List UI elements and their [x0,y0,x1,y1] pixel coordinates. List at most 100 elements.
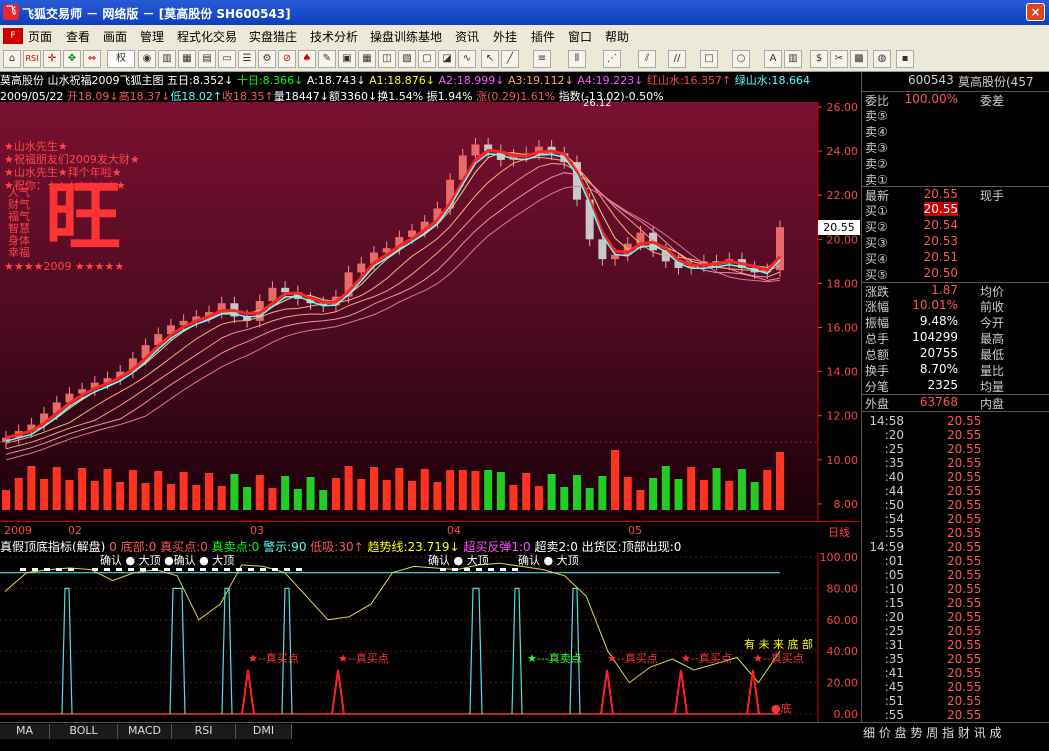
tick-time: :15 [884,596,904,610]
move-icon[interactable]: ✥ [63,50,81,68]
menu-help[interactable]: 帮助 [605,28,629,45]
sell-row: 卖④ [862,123,1049,139]
pointer-icon[interactable]: ↖ [481,50,499,68]
menu-page[interactable]: 页面 [28,28,52,45]
parallel-icon[interactable]: // [668,50,686,68]
menu-window[interactable]: 窗口 [568,28,592,45]
arrows-icon[interactable]: ⇔ [83,50,101,68]
tick-time: :01 [884,554,904,568]
menu-tech-analysis[interactable]: 技术分析 [310,28,358,45]
volume-bar [572,475,581,510]
menu-training[interactable]: 操盘训练基地 [370,28,442,45]
tab-dmi[interactable]: DMI [236,724,292,739]
ind-axis-label: 0.00 [834,708,859,721]
menu-hunt[interactable]: 实盘猎庄 [249,28,297,45]
sell-label: 卖③ [865,141,888,155]
menu-program-trade[interactable]: 程式化交易 [177,28,237,45]
dollar-icon[interactable]: $ [810,50,828,68]
price-axis-label: 18.00 [827,277,859,290]
volume-bar [687,467,696,510]
line-icon[interactable]: ╱ [501,50,519,68]
fan-icon[interactable]: ⋰ [603,50,621,68]
menu-screen[interactable]: 画面 [103,28,127,45]
hline-icon[interactable]: ≡ [533,50,551,68]
volume-bar [712,468,721,510]
home-icon[interactable]: ⌂ [3,50,21,68]
vline-icon[interactable]: ⦀ [568,50,586,68]
candle-body [281,287,290,293]
alarm-icon[interactable]: ♠ [298,50,316,68]
crosshair-icon[interactable]: ✛ [43,50,61,68]
buy-annotation: ★--真买点 [681,652,732,665]
close-button[interactable]: × [1026,3,1045,21]
clip-icon[interactable]: ✂ [830,50,848,68]
bars2-icon[interactable]: ▥ [784,50,802,68]
grid-icon[interactable]: ▦ [178,50,196,68]
tick-price: 20.55 [947,610,982,624]
tick-time: :45 [884,680,904,694]
ind-axis-label: 60.00 [827,614,859,627]
volume-bar [471,471,480,510]
tab-macd[interactable]: MACD [118,724,172,739]
volume-bar [458,470,467,510]
sell-label: 卖⑤ [865,109,888,123]
rect-icon[interactable]: □ [700,50,718,68]
ind-axis-label: 40.00 [827,645,859,658]
top-marker [248,567,254,571]
right-select[interactable]: 权 [107,50,135,68]
channel-icon[interactable]: ⫽ [638,50,656,68]
chart-icon[interactable]: ◪ [438,50,456,68]
menu-plugins[interactable]: 插件 [531,28,555,45]
menu-logo-icon[interactable]: F [3,28,23,44]
tab-rsi[interactable]: RSI [172,724,236,739]
price-axis-label: 22.00 [827,189,859,202]
stat-value: 1.87 [931,283,958,297]
tick-price: 20.55 [947,582,982,596]
save-icon[interactable]: ▪ [896,50,914,68]
doc-icon[interactable]: ▤ [198,50,216,68]
volume-bar [699,480,708,510]
panel-icon[interactable]: ▧ [398,50,416,68]
menu-manage[interactable]: 管理 [140,28,164,45]
wave-icon[interactable]: ∿ [458,50,476,68]
palette-icon[interactable]: ◍ [873,50,891,68]
window-icon[interactable]: ◫ [378,50,396,68]
volume-bar [408,481,417,510]
volume-bar [128,470,137,510]
book-icon[interactable]: ▭ [218,50,236,68]
tab-ma[interactable]: MA [0,724,50,739]
cylinder-icon[interactable]: ◉ [138,50,156,68]
confirm-annotation: 确认 ● 大顶 ●确认 ● 大顶 [100,554,235,567]
date-axis: 2009 02 03 04 05 日线 [0,521,860,539]
bars-icon[interactable]: ▥ [158,50,176,68]
top-marker [272,567,278,571]
text-icon[interactable]: A [764,50,782,68]
stat-value: 9.48% [919,314,958,328]
tab-boll[interactable]: BOLL [50,724,118,739]
tick-price: 20.55 [947,470,982,484]
stop-icon[interactable]: ⊘ [278,50,296,68]
gear-icon[interactable]: ⚙ [258,50,276,68]
price-axis-label: 16.00 [827,322,859,335]
indicator-chart[interactable]: 100.00 80.00 60.00 40.00 20.00 0.00 确认 ● 大顶 ●… [0,552,860,722]
volume-bar [2,490,10,510]
indicator-tabs: MA BOLL MACD RSI DMI 细 价 盘 势 周 指 财 讯 成 [0,722,1049,740]
table-icon[interactable]: ▦ [358,50,376,68]
monitor-icon[interactable]: ▢ [418,50,436,68]
tick-price: 20.55 [947,596,982,610]
top-marker [512,567,518,571]
list-icon[interactable]: ☰ [238,50,256,68]
layout-icon[interactable]: ▣ [338,50,356,68]
ellipse-icon[interactable]: ○ [732,50,750,68]
rsi-icon[interactable]: RSI [23,50,41,68]
color-icon[interactable]: ▩ [850,50,868,68]
ohlc-value: 2009/05/22 [0,90,67,102]
kline-chart[interactable]: 26.00 24.00 22.00 20.00 18.00 16.00 14.00 12.00… [0,98,860,521]
menu-plugin-ext[interactable]: 外挂 [493,28,517,45]
pen-icon[interactable]: ✎ [318,50,336,68]
volume-bar [293,489,302,510]
tick-time: :50 [884,498,904,512]
menu-news[interactable]: 资讯 [455,28,479,45]
tick-time: :10 [884,582,904,596]
menu-view[interactable]: 查看 [66,28,90,45]
